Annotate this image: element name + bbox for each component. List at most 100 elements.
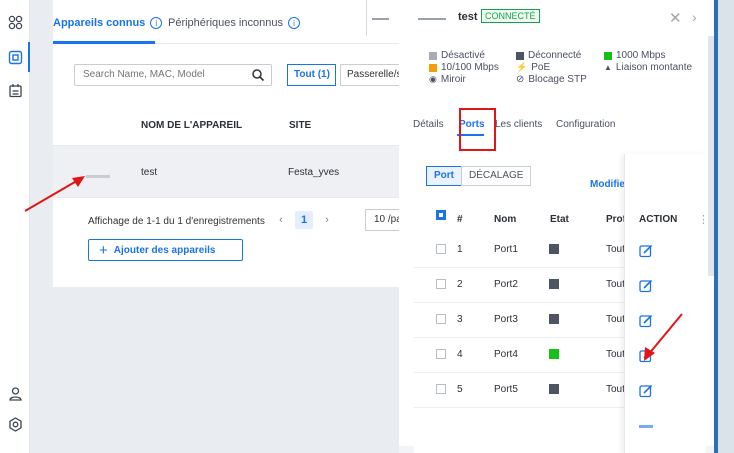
- edit-icon[interactable]: [639, 244, 653, 258]
- info-icon[interactable]: i: [150, 17, 163, 29]
- left-nav-rail: [0, 0, 30, 453]
- drawer-content: Désactivé Déconnecté 1000 Mbps 10/100 Mb…: [399, 36, 714, 453]
- port-number: 4: [457, 349, 463, 360]
- prev-page-button[interactable]: ‹: [272, 211, 290, 229]
- user-icon[interactable]: [7, 385, 24, 402]
- tab-details[interactable]: Détails: [413, 119, 444, 130]
- table-row[interactable]: test Festa_yves: [53, 145, 433, 198]
- row-checkbox[interactable]: [436, 244, 446, 254]
- page-number-button[interactable]: 1: [295, 211, 313, 229]
- edit-icon[interactable]: [639, 425, 653, 428]
- legend-uplink: ▲ Liaison montante: [604, 62, 692, 73]
- caret-up-icon: ▲: [604, 63, 612, 72]
- port-number: 3: [457, 314, 463, 325]
- port-status-indicator: [549, 244, 559, 254]
- row-checkbox[interactable]: [436, 384, 446, 394]
- legend-label: Déconnecté: [528, 50, 582, 61]
- port-profile: Tout: [606, 314, 625, 325]
- edit-icon[interactable]: [639, 279, 653, 293]
- devices-icon[interactable]: [7, 49, 24, 66]
- row-checkbox[interactable]: [436, 349, 446, 359]
- column-header-site[interactable]: SITE: [289, 120, 311, 131]
- tab-unknown-devices[interactable]: Périphériques inconnus i: [168, 17, 300, 29]
- port-status-indicator: [549, 279, 559, 289]
- status-badge: CONNECTÉ: [481, 9, 540, 23]
- legend-swatch: [429, 51, 437, 60]
- port-number: 5: [457, 384, 463, 395]
- column-header-action: ACTION: [639, 214, 678, 225]
- tab-known-devices[interactable]: Appareils connus i: [53, 17, 163, 29]
- column-header-number: #: [457, 214, 463, 225]
- legend-label: Miroir: [440, 74, 466, 85]
- legend-10-100mbps: 10/100 Mbps: [429, 62, 499, 73]
- grid-icon[interactable]: [7, 14, 24, 31]
- annotation-arrow-icon: [24, 176, 85, 212]
- close-icon[interactable]: ✕: [669, 9, 682, 27]
- tab-label: Périphériques inconnus: [168, 17, 283, 29]
- device-drawer-header: test CONNECTÉ: [366, 0, 714, 36]
- column-header-profile: Prof: [606, 214, 626, 225]
- segment-offset[interactable]: DÉCALAGE: [461, 166, 532, 186]
- annotation-highlight-box: [459, 108, 496, 151]
- calendar-icon[interactable]: [7, 82, 24, 99]
- action-column: ACTION ⋮: [624, 154, 709, 453]
- row-checkbox[interactable]: [436, 314, 446, 324]
- port-name: Port3: [494, 314, 518, 325]
- search-input[interactable]: [83, 69, 253, 80]
- chevron-right-icon[interactable]: ›: [692, 9, 697, 25]
- port-name: Port5: [494, 384, 518, 395]
- device-drawer: Désactivé Déconnecté 1000 Mbps 10/100 Mb…: [399, 36, 714, 453]
- legend-label: PoE: [531, 62, 551, 73]
- pagination-summary: Affichage de 1-1 du 1 d'enregistrements: [88, 216, 265, 227]
- ports-card: Port DÉCALAGE Modifier la sélection # No…: [414, 154, 709, 453]
- column-header-name: Nom: [494, 214, 517, 225]
- legend-label: 1000 Mbps: [616, 50, 666, 61]
- filter-all-button[interactable]: Tout (1): [287, 64, 336, 86]
- device-site-cell: Festa_yves: [288, 167, 340, 178]
- eye-icon: ◉: [429, 74, 437, 84]
- legend-stp-block: ⊘ Blocage STP: [516, 74, 587, 85]
- info-icon[interactable]: i: [287, 17, 300, 29]
- port-status-indicator: [549, 314, 559, 324]
- bolt-icon: ⚡: [516, 62, 528, 72]
- devices-list-card: Appareils connus i Périphériques inconnu…: [53, 0, 433, 287]
- tab-configuration[interactable]: Configuration: [556, 119, 615, 130]
- edit-icon[interactable]: [639, 384, 653, 398]
- select-all-checkbox[interactable]: [436, 210, 446, 220]
- port-status-indicator: [549, 384, 559, 394]
- device-model-placeholder: [418, 18, 446, 20]
- column-header-device-name[interactable]: NOM DE L'APPAREIL: [141, 120, 242, 131]
- active-nav-indicator: [28, 42, 30, 72]
- tab-clients[interactable]: Les clients: [495, 119, 542, 130]
- tab-label: Appareils connus: [53, 17, 146, 29]
- column-header-state: Etat: [550, 214, 569, 225]
- add-devices-label: Ajouter des appareils: [113, 244, 216, 256]
- port-number: 1: [457, 244, 463, 255]
- legend-label: Liaison montante: [615, 62, 693, 73]
- legend-label: Blocage STP: [528, 74, 587, 85]
- device-icon-placeholder: [372, 18, 389, 20]
- segment-port[interactable]: Port: [426, 166, 462, 186]
- port-status-indicator: [549, 349, 559, 359]
- block-icon: ⊘: [516, 74, 525, 85]
- search-field[interactable]: [74, 64, 272, 86]
- legend-1000mbps: 1000 Mbps: [604, 50, 665, 61]
- legend-mirror: ◉ Miroir: [429, 74, 466, 85]
- device-name-cell[interactable]: test: [141, 167, 157, 178]
- legend-label: Désactivé: [441, 50, 485, 61]
- port-name: Port4: [494, 349, 518, 360]
- legend-disabled: Désactivé: [429, 50, 485, 61]
- settings-icon[interactable]: [7, 416, 24, 433]
- next-page-button[interactable]: ›: [318, 211, 336, 229]
- add-devices-button[interactable]: + Ajouter des appareils: [88, 239, 243, 261]
- port-name: Port1: [494, 244, 518, 255]
- search-icon[interactable]: [251, 68, 265, 82]
- window-background: [718, 0, 734, 453]
- legend-label: 10/100 Mbps: [441, 62, 499, 73]
- row-checkbox[interactable]: [436, 279, 446, 289]
- port-number: 2: [457, 279, 463, 290]
- port-profile: Tout: [606, 349, 625, 360]
- active-tab-underline: [53, 41, 155, 44]
- plus-icon: +: [99, 241, 108, 259]
- device-model-placeholder: [86, 175, 110, 178]
